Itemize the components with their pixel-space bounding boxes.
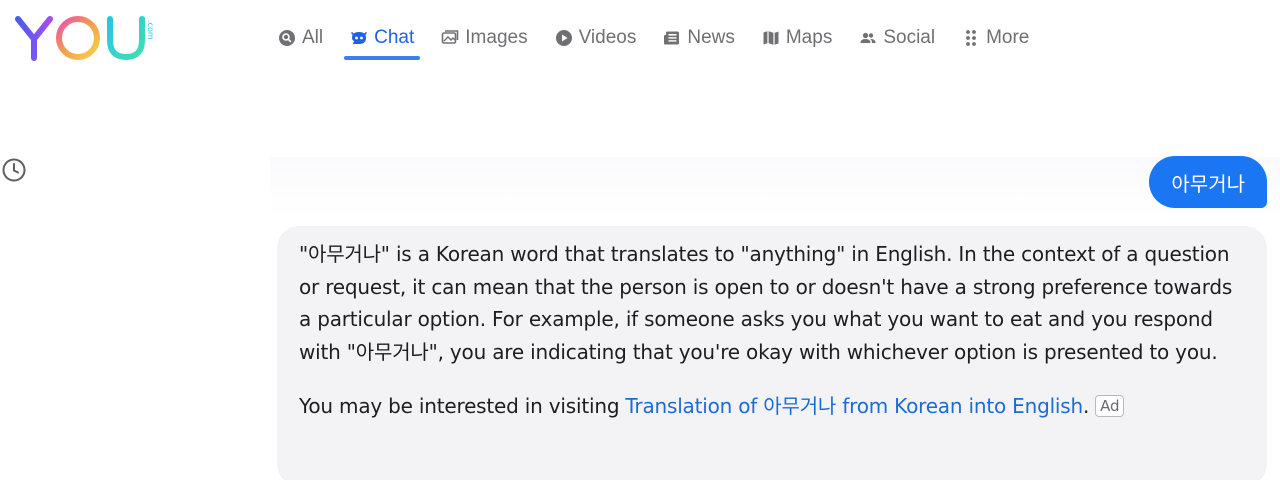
clock-icon <box>1 157 27 188</box>
grid-dots-icon <box>962 29 980 47</box>
tab-videos[interactable]: Videos <box>547 14 645 62</box>
you-logo[interactable]: .com <box>12 12 162 64</box>
ad-prefix: You may be interested in visiting <box>299 394 620 418</box>
tab-images[interactable]: Images <box>433 14 535 62</box>
ad-badge: Ad <box>1095 395 1125 417</box>
tab-maps[interactable]: Maps <box>754 14 840 62</box>
answer-card: "아무거나" is a Korean word that translates … <box>277 226 1267 480</box>
play-circle-icon <box>555 29 573 47</box>
ad-link[interactable]: Translation of 아무거나 from Korean into Eng… <box>625 392 1083 420</box>
images-icon <box>441 29 459 47</box>
tab-all[interactable]: All <box>270 14 331 62</box>
people-icon <box>859 29 877 47</box>
map-icon <box>762 29 780 47</box>
logo-suffix: .com <box>146 20 155 40</box>
ad-line: You may be interested in visiting Transl… <box>299 392 1245 420</box>
tab-news-label: News <box>687 27 735 48</box>
tab-images-label: Images <box>465 27 528 48</box>
tab-social[interactable]: Social <box>851 14 943 62</box>
newspaper-icon <box>663 29 681 47</box>
chat-bot-icon <box>350 29 368 47</box>
page: .com All Chat Images Videos News Maps So… <box>0 0 1280 480</box>
history-button[interactable] <box>0 158 28 186</box>
user-message-text: 아무거나 <box>1171 171 1245 196</box>
answer-text: "아무거나" is a Korean word that translates … <box>299 242 1233 364</box>
tab-more-label: More <box>986 27 1030 48</box>
tab-news[interactable]: News <box>655 14 743 62</box>
search-type-nav: All Chat Images Videos News Maps Social … <box>270 14 1048 64</box>
tab-more[interactable]: More <box>954 14 1037 62</box>
tab-videos-label: Videos <box>578 27 637 48</box>
search-circle-icon <box>278 29 296 47</box>
tab-chat[interactable]: Chat <box>342 14 422 62</box>
user-message-bubble: 아무거나 <box>1149 156 1267 208</box>
tab-social-label: Social <box>883 27 936 48</box>
ad-suffix: . <box>1083 394 1090 418</box>
tab-all-label: All <box>302 27 324 48</box>
tab-chat-label: Chat <box>374 27 415 48</box>
tab-maps-label: Maps <box>785 27 833 48</box>
